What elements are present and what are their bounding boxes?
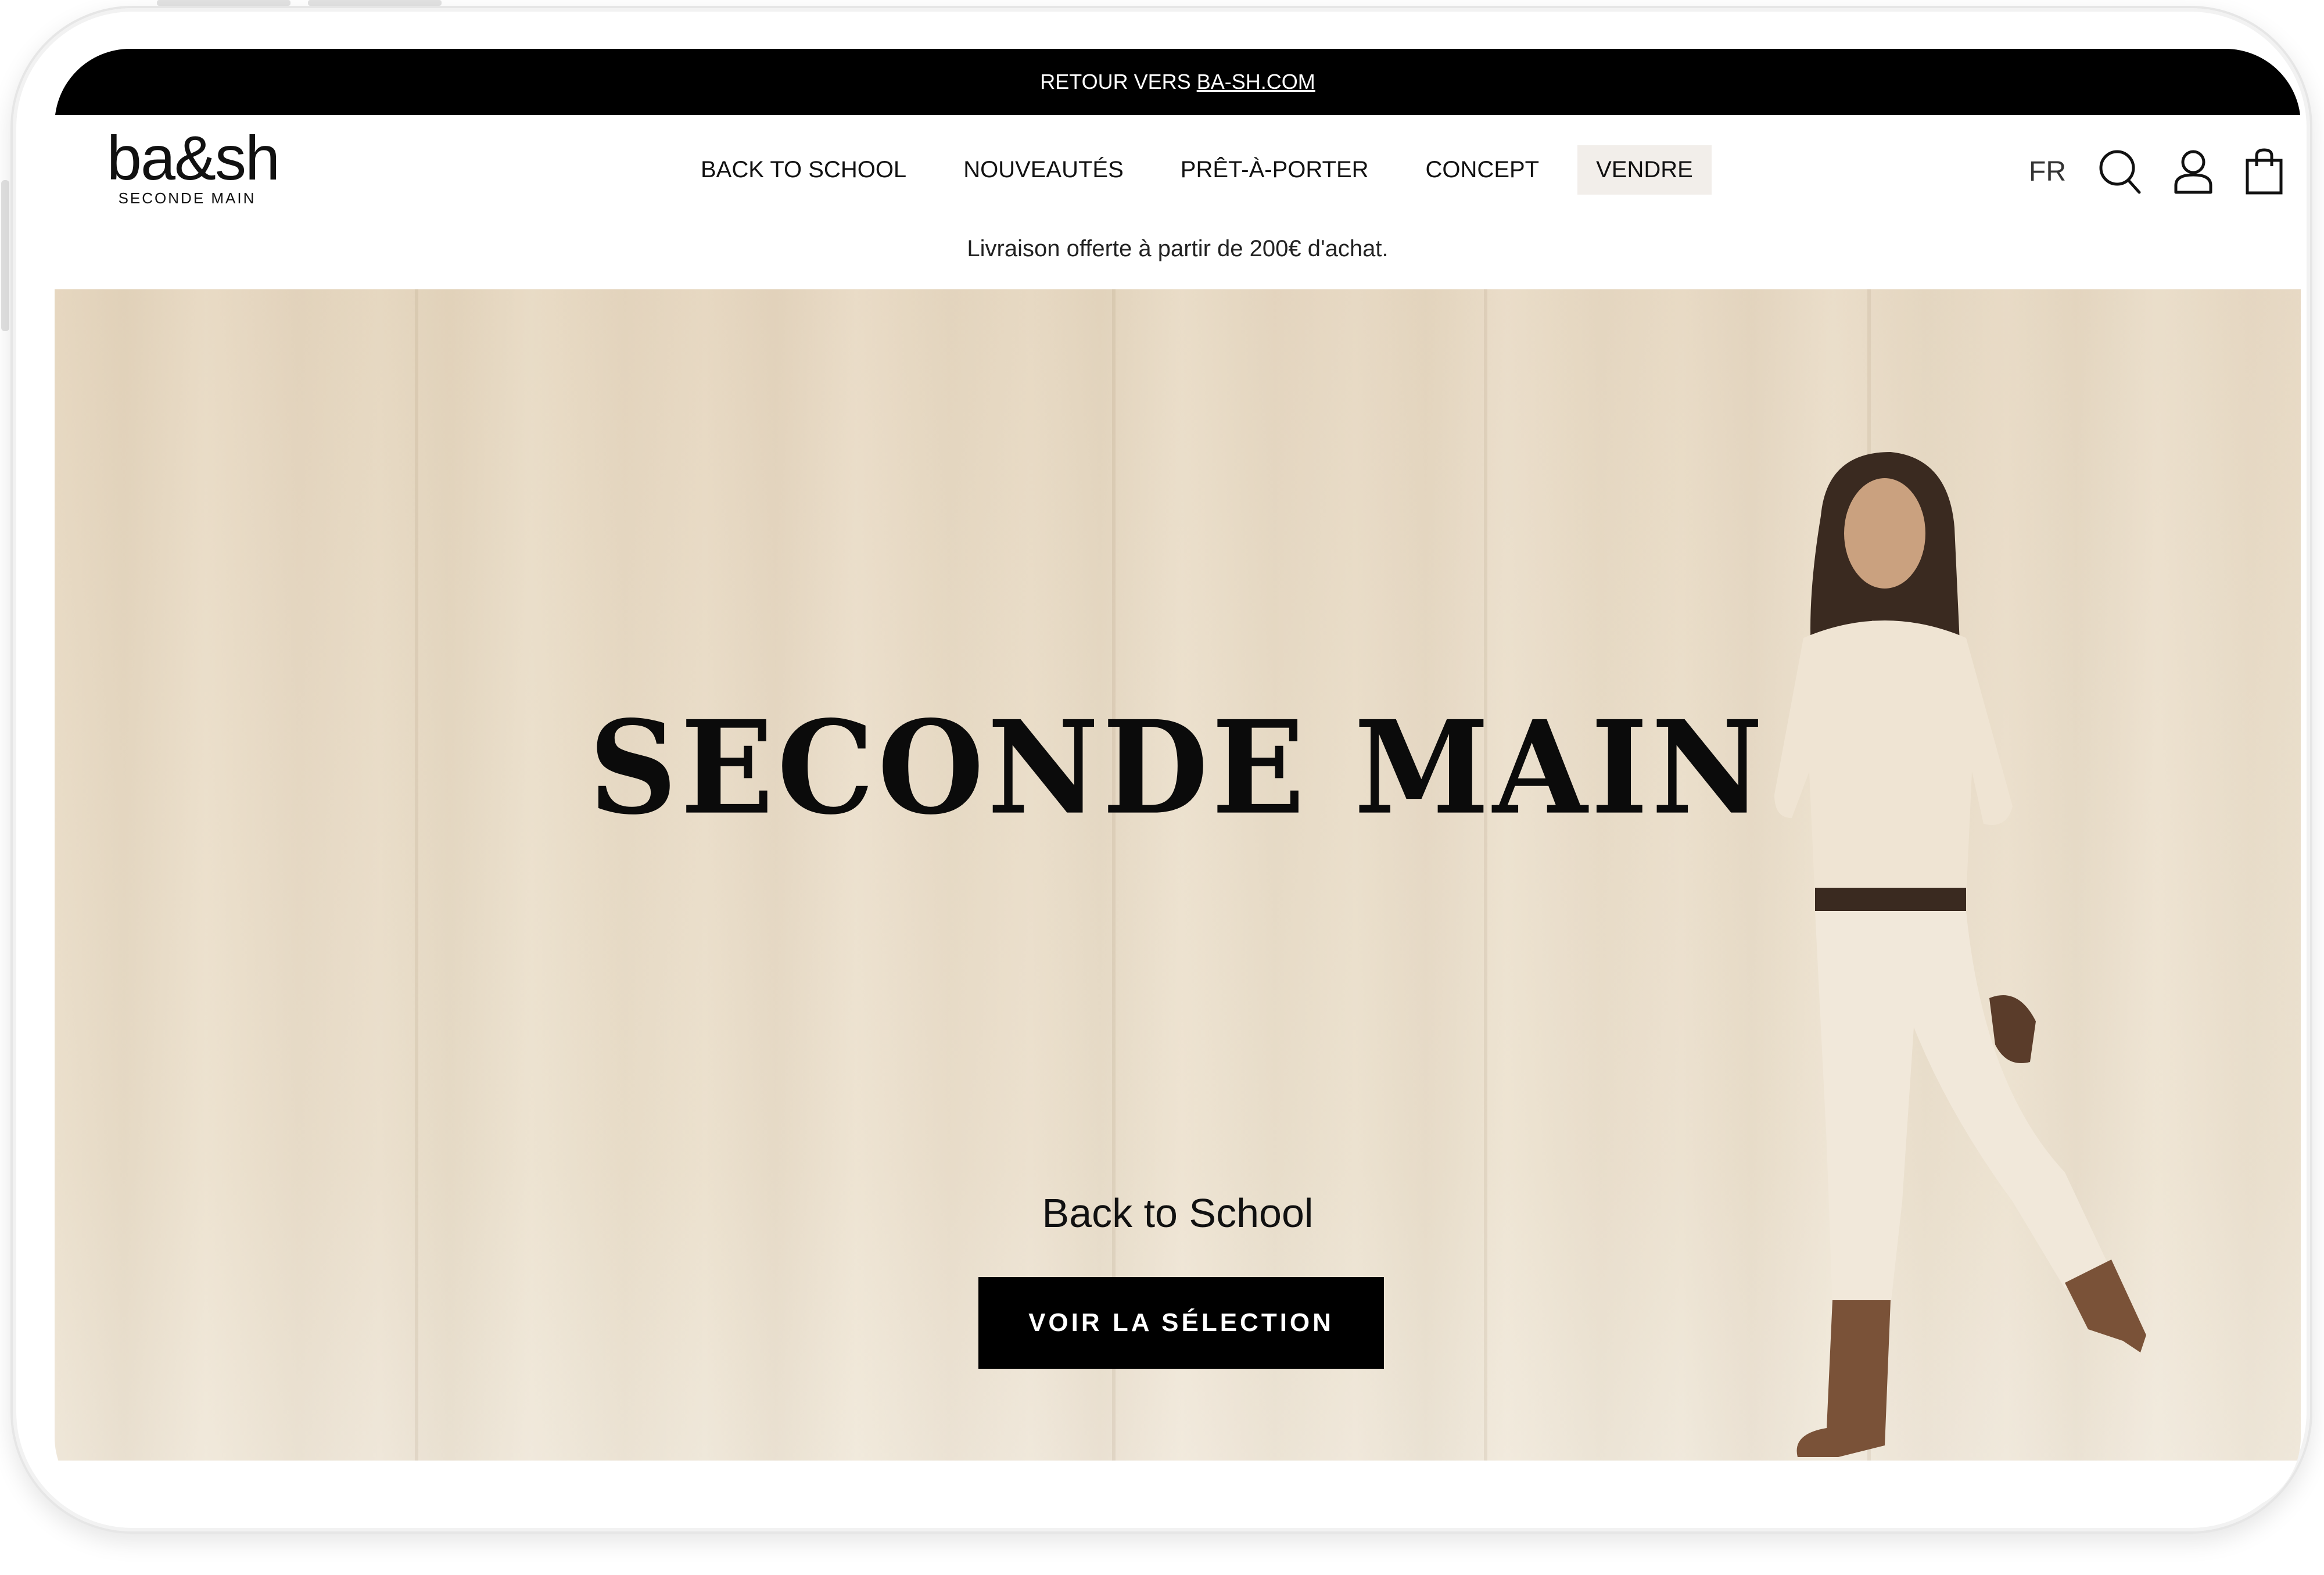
nav-item-vendre[interactable]: VENDRE [1577, 145, 1712, 195]
language-selector[interactable]: FR [2029, 156, 2066, 188]
shipping-promo: Livraison offerte à partir de 200€ d'ach… [55, 214, 2301, 284]
tablet-frame: RETOUR VERS BA-SH.COM ba&sh SECONDE MAIN… [10, 6, 2312, 1534]
curtain-fold [415, 289, 418, 1461]
brand-logo[interactable]: ba&sh SECONDE MAIN [88, 123, 297, 207]
device-top-button [157, 0, 290, 6]
page-bottom [55, 1461, 2301, 1513]
header-actions: FR [2029, 148, 2283, 195]
hero-banner: SECONDE MAIN Back to School VOIR LA SÉLE… [55, 289, 2301, 1461]
nav-item-pret-a-porter[interactable]: PRÊT-À-PORTER [1162, 145, 1387, 195]
main-site-link[interactable]: BA-SH.COM [1197, 70, 1315, 94]
nav-item-nouveautes[interactable]: NOUVEAUTÉS [945, 145, 1142, 195]
hero-title: SECONDE MAIN [589, 692, 1767, 844]
screen: RETOUR VERS BA-SH.COM ba&sh SECONDE MAIN… [55, 49, 2301, 1513]
curtain-fold [1484, 289, 1487, 1461]
nav-item-concept[interactable]: CONCEPT [1407, 145, 1558, 195]
account-icon[interactable] [2173, 148, 2214, 195]
announcement-bar: RETOUR VERS BA-SH.COM [55, 49, 2301, 115]
shipping-promo-text: Livraison offerte à partir de 200€ d'ach… [967, 235, 1389, 261]
search-icon[interactable] [2097, 148, 2142, 195]
bag-icon[interactable] [2245, 148, 2283, 195]
device-top-button [308, 0, 442, 6]
logo-wordmark: ba&sh [106, 123, 280, 193]
device-side-button [1, 180, 9, 331]
hero-subtitle: Back to School [1042, 1190, 1314, 1236]
view-selection-button[interactable]: VOIR LA SÉLECTION [978, 1277, 1384, 1369]
nav-item-back-to-school[interactable]: BACK TO SCHOOL [682, 145, 925, 195]
model-photo [1774, 452, 2146, 1457]
main-nav: BACK TO SCHOOL NOUVEAUTÉS PRÊT-À-PORTER … [682, 145, 1731, 195]
site-header: ba&sh SECONDE MAIN BACK TO SCHOOL NOUVEA… [55, 115, 2301, 214]
announcement-text: RETOUR VERS [1040, 70, 1191, 94]
